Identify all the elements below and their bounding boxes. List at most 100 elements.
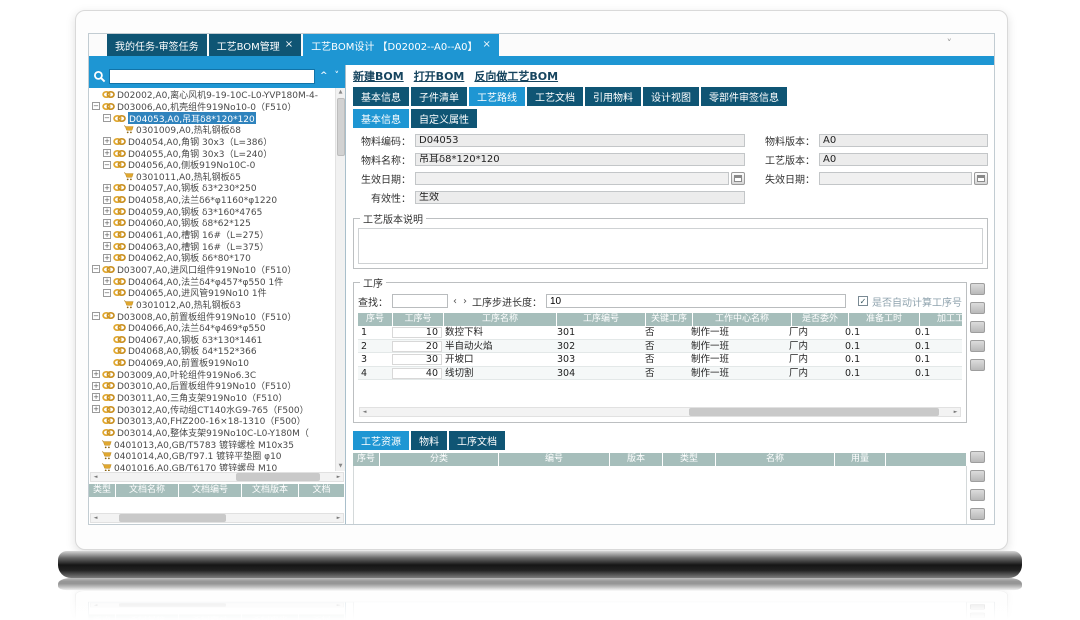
tree-item[interactable]: 0401014,A0,GB/T97.1 镀锌平垫圈 φ10: [89, 450, 335, 462]
table-tool-button[interactable]: [970, 451, 985, 463]
window-tab-2[interactable]: 工艺BOM管理×: [209, 34, 302, 56]
sub-tab-1[interactable]: 基本信息: [353, 109, 409, 128]
tree-item[interactable]: 0301011,A0,热轧钢板δ5: [89, 170, 335, 182]
tree-item[interactable]: +D04064,A0,法兰δ4*φ457*φ550 1件: [89, 275, 335, 287]
bottom-tab-2[interactable]: 物料: [411, 431, 447, 450]
tree-item[interactable]: D04069,A0,前置板919No10: [89, 357, 335, 369]
open-bom-link[interactable]: 打开BOM: [414, 68, 465, 84]
chevron-down-icon[interactable]: ˅: [947, 37, 953, 50]
search-next-icon[interactable]: ˅: [333, 72, 342, 81]
table-row[interactable]: 440线切割304否制作一班厂内0.10.1: [358, 367, 962, 381]
tree-item[interactable]: +D04060,A0,钢板 δ8*62*125: [89, 217, 335, 229]
tree-item[interactable]: D04068,A0,钢板 δ4*152*366: [89, 345, 335, 357]
scrollbar-thumb[interactable]: [689, 408, 939, 416]
scrollbar-thumb[interactable]: [337, 98, 345, 156]
find-prev-icon[interactable]: ‹: [452, 296, 458, 307]
expand-icon[interactable]: +: [103, 242, 111, 250]
tree-horizontal-scrollbar[interactable]: ◄ ►: [90, 472, 344, 482]
table-tool-button[interactable]: [970, 340, 985, 352]
docs-horizontal-scrollbar[interactable]: ◄ ►: [90, 513, 344, 523]
search-prev-icon[interactable]: ^: [318, 72, 330, 81]
expand-icon[interactable]: +: [103, 219, 111, 227]
table-tool-button[interactable]: [970, 359, 985, 371]
table-tool-button[interactable]: [970, 283, 985, 295]
bottom-tab-3[interactable]: 工序文档: [449, 431, 505, 450]
effective-date-field[interactable]: [415, 172, 729, 185]
main-tab-3[interactable]: 工艺路线: [469, 87, 525, 106]
scroll-right-icon[interactable]: ►: [951, 409, 960, 415]
tree-item[interactable]: D03013,A0,FHZ200-16×18-1310（F500）: [89, 415, 335, 427]
tree-item[interactable]: +D04058,A0,法兰δ6*φ1160*φ1220: [89, 194, 335, 206]
bottom-tab-1[interactable]: 工艺资源: [353, 431, 409, 450]
tree-item[interactable]: 0401016,A0,GB/T6170 镀锌螺母 M10: [89, 462, 335, 472]
tree-item[interactable]: 0401013,A0,GB/T5783 镀锌螺栓 M10x35: [89, 438, 335, 450]
tree-item[interactable]: −D04065,A0,进风管919No10 1件: [89, 287, 335, 299]
expand-icon[interactable]: +: [92, 370, 100, 378]
main-tab-5[interactable]: 引用物料: [585, 87, 641, 106]
main-tab-4[interactable]: 工艺文档: [527, 87, 583, 106]
collapse-icon[interactable]: −: [92, 312, 100, 320]
table-tool-button[interactable]: [970, 489, 985, 501]
reverse-bom-link[interactable]: 反向做工艺BOM: [474, 68, 558, 84]
auto-calc-checkbox[interactable]: ✓: [858, 296, 868, 306]
expand-icon[interactable]: +: [92, 382, 100, 390]
expand-icon[interactable]: +: [103, 231, 111, 239]
scroll-left-icon[interactable]: ◄: [91, 515, 100, 521]
tree-item[interactable]: −D03008,A0,前置板组件919No10（F510）: [89, 310, 335, 322]
tree-item[interactable]: D04066,A0,法兰δ4*φ469*φ550: [89, 322, 335, 334]
table-row[interactable]: 220半自动火焰302否制作一班厂内0.10.1: [358, 340, 962, 354]
sub-tab-2[interactable]: 自定义属性: [411, 109, 477, 128]
expand-icon[interactable]: +: [103, 149, 111, 157]
tree-item[interactable]: +D03009,A0,叶轮组件919No6.3C: [89, 368, 335, 380]
tab-close-icon[interactable]: ×: [285, 40, 293, 50]
tree-item[interactable]: −D04056,A0,侧板919No10C-0: [89, 159, 335, 171]
table-row[interactable]: 330开坡口303否制作一班厂内0.10.1: [358, 353, 962, 367]
scroll-left-icon[interactable]: ◄: [91, 474, 100, 480]
new-bom-link[interactable]: 新建BOM: [353, 68, 404, 84]
tree-item[interactable]: +D03012,A0,传动组CT140水G9-765（F500）: [89, 403, 335, 415]
tab-close-icon[interactable]: ×: [482, 40, 490, 50]
tree-item[interactable]: +D04054,A0,角钢 30x3（L=386）: [89, 136, 335, 148]
tree-item[interactable]: 0301009,A0,热轧钢板δ8: [89, 124, 335, 136]
tree-item[interactable]: D04067,A0,钢板 δ3*130*1461: [89, 333, 335, 345]
collapse-icon[interactable]: −: [103, 289, 111, 297]
scroll-right-icon[interactable]: ►: [334, 515, 343, 521]
tree-item[interactable]: −D03007,A0,进风口组件919No10（F510）: [89, 264, 335, 276]
tree-item[interactable]: +D03011,A0,三角支架919No10（F510）: [89, 392, 335, 404]
expand-icon[interactable]: +: [103, 137, 111, 145]
expire-date-field[interactable]: [819, 172, 972, 185]
expand-icon[interactable]: +: [103, 184, 111, 192]
tree-item[interactable]: +D04062,A0,钢板 δ6*80*170: [89, 252, 335, 264]
expand-icon[interactable]: +: [92, 405, 100, 413]
calendar-icon[interactable]: [731, 172, 745, 185]
scrollbar-thumb[interactable]: [119, 514, 227, 522]
table-tool-button[interactable]: [970, 302, 985, 314]
tree-item[interactable]: +D04063,A0,槽钢 16#（L=375）: [89, 240, 335, 252]
find-input[interactable]: [392, 294, 448, 308]
scroll-down-icon[interactable]: ▼: [339, 462, 343, 471]
process-horizontal-scrollbar[interactable]: ◄ ►: [359, 407, 961, 417]
step-input[interactable]: [546, 294, 846, 308]
tree-item[interactable]: D03014,A0,整体支架919No10C-L0-Y180M（: [89, 427, 335, 439]
main-tab-7[interactable]: 零部件审签信息: [701, 87, 787, 106]
expand-icon[interactable]: +: [92, 393, 100, 401]
main-tab-6[interactable]: 设计视图: [643, 87, 699, 106]
collapse-icon[interactable]: −: [103, 161, 111, 169]
table-tool-button[interactable]: [970, 470, 985, 482]
scroll-up-icon[interactable]: ▲: [339, 88, 343, 97]
scrollbar-thumb[interactable]: [236, 473, 320, 481]
tree-item[interactable]: −D03006,A0,机壳组件919No10-0（F510）: [89, 101, 335, 113]
tree-item[interactable]: D02002,A0,离心风机9-19-10C-L0-YVP180M-4-: [89, 89, 335, 101]
tree-item[interactable]: +D04057,A0,钢板 δ3*230*250: [89, 182, 335, 194]
calendar-icon[interactable]: [974, 172, 988, 185]
version-note-box[interactable]: [358, 228, 983, 264]
table-tool-button[interactable]: [970, 321, 985, 333]
tree-item[interactable]: +D04061,A0,槽钢 16#（L=275）: [89, 229, 335, 241]
collapse-icon[interactable]: −: [103, 114, 111, 122]
main-tab-2[interactable]: 子件清单: [411, 87, 467, 106]
expand-icon[interactable]: +: [103, 196, 111, 204]
expand-icon[interactable]: +: [103, 254, 111, 262]
tree-item[interactable]: −D04053,A0,吊耳δ8*120*120: [89, 112, 335, 124]
tree-search-input[interactable]: [109, 69, 315, 84]
expand-icon[interactable]: +: [103, 207, 111, 215]
